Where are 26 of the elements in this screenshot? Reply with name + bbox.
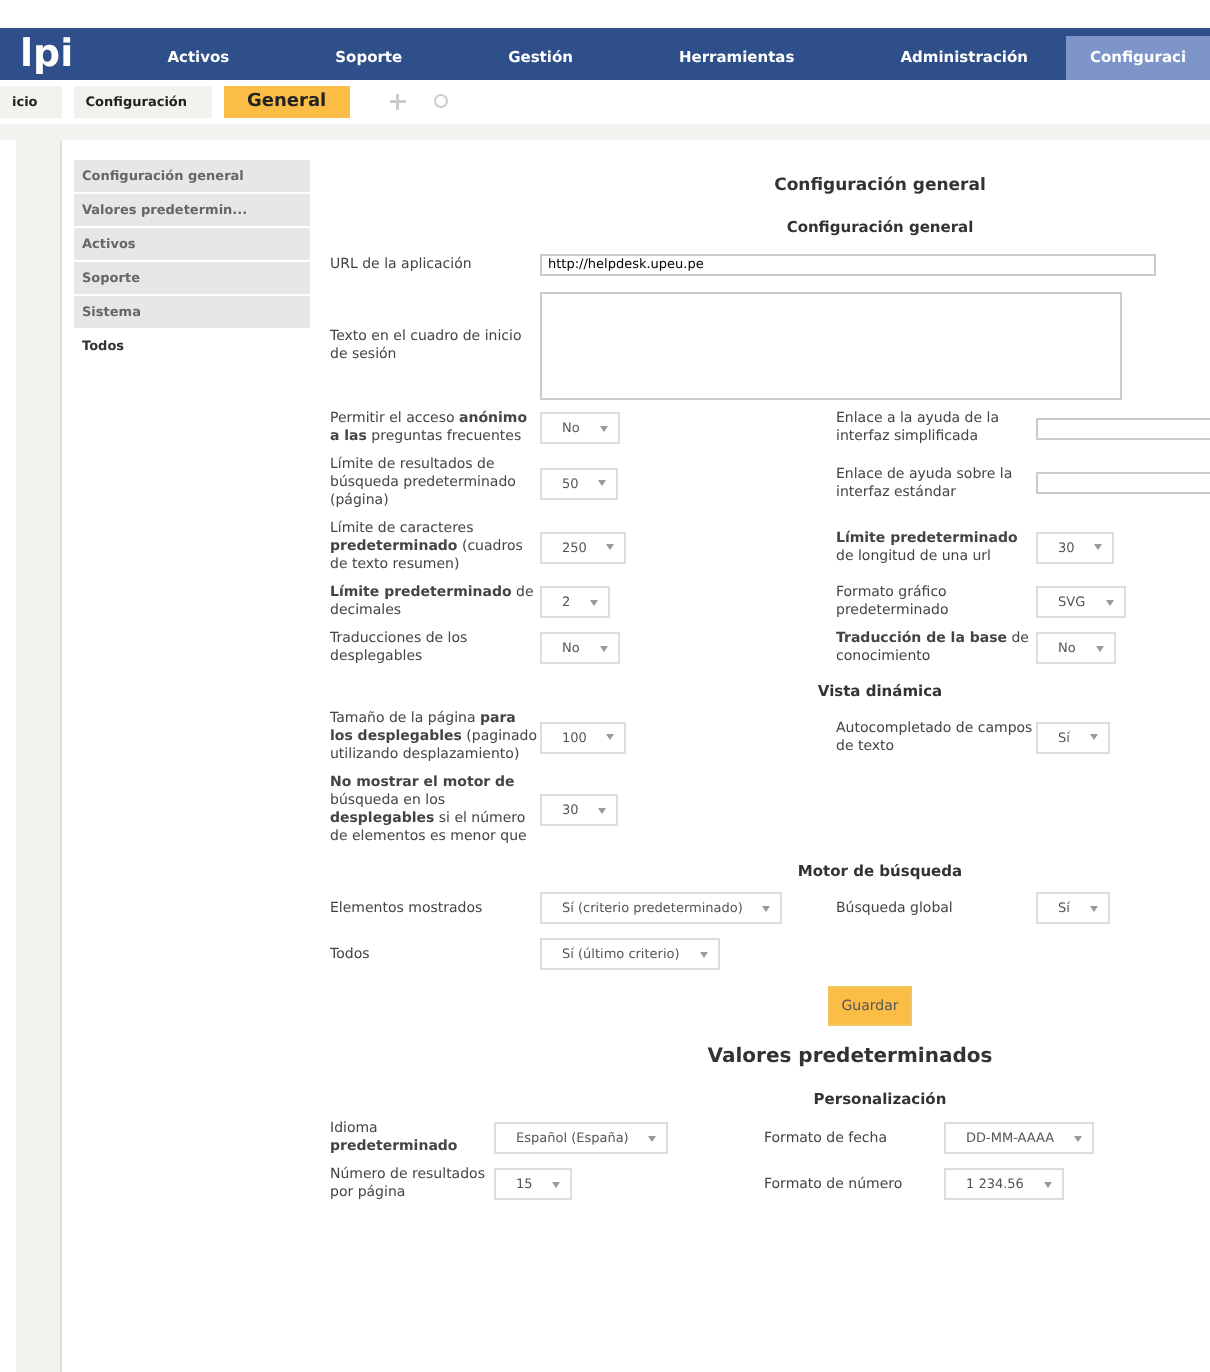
caret-icon bbox=[590, 599, 599, 605]
caret-icon bbox=[699, 951, 708, 957]
caret-icon bbox=[1094, 544, 1103, 550]
caret-icon bbox=[599, 645, 608, 651]
caret-icon bbox=[599, 425, 608, 431]
caret-icon bbox=[598, 807, 607, 813]
input-field[interactable] bbox=[1036, 472, 1210, 494]
caret-icon bbox=[598, 480, 607, 486]
text-area[interactable] bbox=[540, 292, 1122, 400]
caret-icon bbox=[1089, 905, 1098, 911]
input-field[interactable] bbox=[1036, 417, 1210, 439]
caret-icon bbox=[606, 734, 615, 740]
search-icon[interactable] bbox=[434, 94, 451, 110]
caret-icon bbox=[648, 1135, 657, 1141]
logo: lpi bbox=[18, 30, 76, 80]
caret-icon bbox=[1089, 734, 1098, 740]
caret-icon bbox=[1074, 1135, 1083, 1141]
caret-icon bbox=[552, 1181, 561, 1187]
caret-icon bbox=[606, 544, 615, 550]
caret-icon bbox=[1043, 1181, 1052, 1187]
caret-icon bbox=[1095, 645, 1104, 651]
form-title: Configuración general bbox=[772, 174, 988, 200]
section-title: Valores predeterminados bbox=[705, 1044, 995, 1072]
caret-icon bbox=[762, 905, 771, 911]
caret-icon bbox=[1105, 599, 1114, 605]
breadcrumb-current[interactable]: General bbox=[223, 86, 351, 118]
